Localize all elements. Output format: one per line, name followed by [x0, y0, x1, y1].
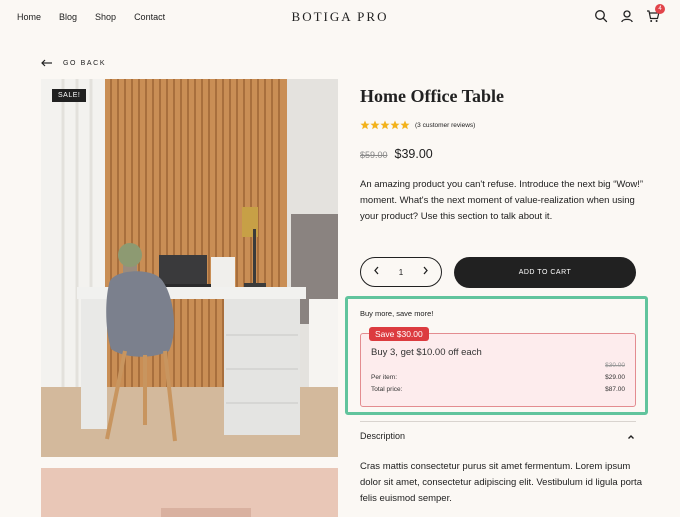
product-rating: (3 customer reviews) [360, 120, 475, 130]
quantity-decrease-button[interactable] [371, 266, 381, 278]
bundle-heading: Buy more, save more! [360, 309, 434, 318]
star-icon [370, 120, 380, 130]
arrow-left-icon [41, 54, 53, 72]
cart-icon[interactable]: 4 [646, 4, 665, 23]
go-back-link[interactable]: GO BACK [41, 54, 106, 72]
chevron-left-icon [373, 266, 378, 275]
star-icon [380, 120, 390, 130]
per-item-row: Per item: $29.00 [371, 374, 625, 381]
regular-price: $59.00 [360, 150, 388, 160]
star-icon [400, 120, 410, 130]
total-price-value: $87.00 [605, 386, 625, 393]
per-item-label: Per item: [371, 374, 398, 381]
price-block: $59.00 $39.00 [360, 147, 433, 161]
product-image[interactable]: SALE! [41, 79, 338, 457]
header-actions: 4 [594, 4, 665, 23]
description-content: Cras mattis consectetur purus sit amet f… [360, 461, 642, 504]
search-icon[interactable] [594, 9, 608, 23]
save-badge: Save $30.00 [369, 327, 429, 341]
star-icon [390, 120, 400, 130]
user-icon[interactable] [620, 9, 634, 23]
star-icon [360, 120, 370, 130]
secondary-photo [41, 468, 338, 517]
description-accordion-toggle[interactable]: Description [360, 431, 405, 441]
total-price-label: Total price: [371, 386, 403, 393]
site-header: Home Blog Shop Contact BOTIGA PRO 4 [0, 0, 680, 36]
quantity-increase-button[interactable] [421, 266, 431, 278]
site-logo[interactable]: BOTIGA PRO [0, 9, 680, 25]
product-photo [41, 79, 338, 457]
cart-count-badge: 4 [655, 4, 665, 14]
sale-badge: SALE! [52, 89, 87, 102]
bundle-offer-option[interactable] [360, 333, 636, 407]
go-back-label: GO BACK [63, 59, 107, 67]
product-image-secondary[interactable] [41, 468, 338, 517]
quantity-input[interactable]: 1 [399, 268, 403, 277]
divider [360, 421, 636, 422]
sale-price: $39.00 [394, 147, 433, 161]
chevron-right-icon [423, 266, 429, 275]
chevron-up-icon[interactable] [626, 429, 636, 439]
quantity-stepper: 1 [360, 257, 442, 287]
short-description: An amazing product you can't refuse. Int… [360, 179, 644, 222]
bundle-strike-price: $30.00 [605, 362, 625, 369]
review-count-link[interactable]: (3 customer reviews) [415, 122, 475, 129]
per-item-value: $29.00 [605, 374, 625, 381]
bundle-offer-label: Buy 3, get $10.00 off each [371, 347, 482, 358]
star-rating [360, 120, 410, 130]
add-to-cart-button[interactable]: ADD TO CART [454, 257, 636, 288]
product-title: Home Office Table [360, 86, 504, 106]
total-price-row: Total price: $87.00 [371, 386, 625, 393]
